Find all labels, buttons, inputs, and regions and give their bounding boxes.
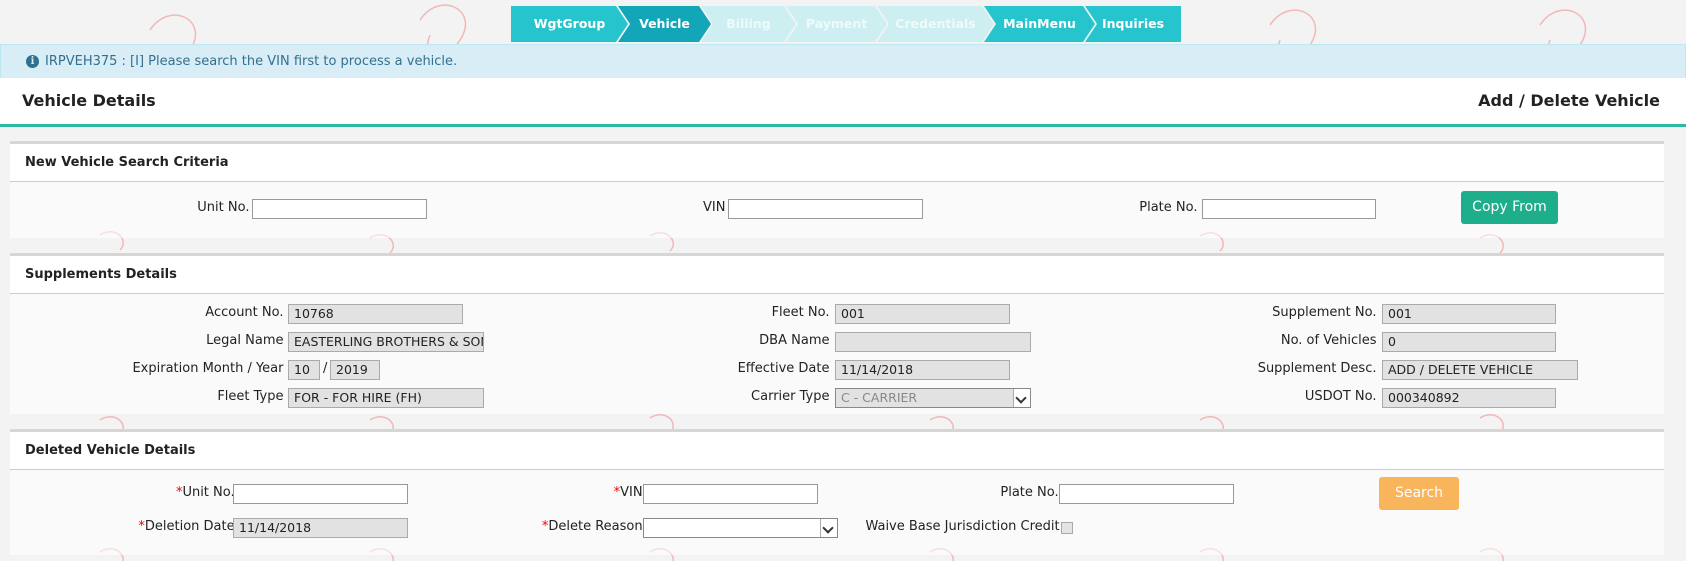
step-payment: Payment	[786, 6, 887, 42]
carrier-type-select: C - CARRIER	[835, 388, 1031, 408]
step-label: WgtGroup	[533, 16, 606, 31]
step-label: Billing	[726, 16, 771, 31]
alert-message: IRPVEH375 : [I] Please search the VIN fi…	[45, 54, 458, 69]
effective-date-field: 11/14/2018	[835, 360, 1010, 380]
waive-credit-label: Waive Base Jurisdiction Credit:	[865, 519, 1064, 534]
plate-no-input[interactable]	[1202, 199, 1376, 219]
deletion-date-field: 11/14/2018	[233, 518, 408, 538]
page-subtitle: Add / Delete Vehicle	[1478, 91, 1660, 110]
info-alert: i IRPVEH375 : [I] Please search the VIN …	[0, 44, 1686, 79]
no-of-vehicles-field: 0	[1382, 332, 1556, 352]
step-mainmenu[interactable]: MainMenu	[984, 6, 1095, 42]
label-text: Unit No.:	[182, 485, 239, 500]
legal-name-label: Legal Name :	[206, 333, 292, 348]
delete-reason-label: *Delete Reason:	[542, 519, 647, 534]
legal-name-field: EASTERLING BROTHERS & SON	[288, 332, 484, 352]
date-separator: /	[323, 361, 328, 376]
del-vin-label: *VIN:	[614, 485, 647, 500]
panel-header: New Vehicle Search Criteria	[10, 144, 1664, 182]
info-icon: i	[26, 55, 39, 68]
supplement-no-label: Supplement No. :	[1272, 305, 1385, 320]
fleet-type-field: FOR - FOR HIRE (FH)	[288, 388, 484, 408]
del-plate-no-label: Plate No.:	[1000, 485, 1063, 500]
search-button[interactable]: Search	[1379, 477, 1459, 510]
deleted-vehicle-panel: Deleted Vehicle Details *Unit No.: *VIN:…	[10, 429, 1664, 555]
wizard-steps: WgtGroup Vehicle Billing Payment Credent…	[511, 6, 1181, 42]
step-billing: Billing	[701, 6, 796, 42]
deletion-date-label: *Deletion Date:	[138, 519, 239, 534]
unit-no-input[interactable]	[252, 199, 427, 219]
panel-body: *Unit No.: *VIN: Plate No.: Search *Dele…	[10, 470, 1664, 555]
vin-input[interactable]	[728, 199, 923, 219]
expiration-year-field: 2019	[330, 360, 380, 380]
usdot-no-label: USDOT No. :	[1304, 389, 1385, 404]
delete-reason-select[interactable]	[643, 518, 838, 538]
page-title: Vehicle Details	[22, 91, 156, 110]
page-header: Vehicle Details Add / Delete Vehicle	[0, 78, 1686, 127]
supplement-desc-field: ADD / DELETE VEHICLE	[1382, 360, 1578, 380]
copy-from-button[interactable]: Copy From	[1461, 191, 1558, 224]
chevron-down-icon	[1013, 389, 1030, 407]
expiration-month-field: 10	[288, 360, 320, 380]
account-no-label: Account No. :	[205, 305, 292, 320]
carrier-type-label: Carrier Type :	[751, 389, 838, 404]
fleet-no-label: Fleet No. :	[771, 305, 838, 320]
dba-name-label: DBA Name :	[759, 333, 838, 348]
panel-header: Deleted Vehicle Details	[10, 432, 1664, 470]
panel-title: New Vehicle Search Criteria	[25, 155, 229, 170]
waive-credit-checkbox[interactable]	[1061, 522, 1073, 534]
step-label: MainMenu	[1003, 16, 1076, 31]
account-no-field: 10768	[288, 304, 463, 324]
expiration-label: Expiration Month / Year :	[132, 361, 292, 376]
panel-body: Unit No. : VIN : Plate No. : Copy From	[10, 182, 1664, 238]
step-label: Credentials	[895, 16, 976, 31]
step-label: Payment	[805, 16, 868, 31]
panel-header: Supplements Details	[10, 256, 1664, 294]
effective-date-label: Effective Date :	[737, 361, 838, 376]
step-label: Vehicle	[639, 16, 690, 31]
panel-body: Account No. : 10768 Fleet No. : 001 Supp…	[10, 294, 1664, 414]
del-plate-no-input[interactable]	[1059, 484, 1234, 504]
search-criteria-panel: New Vehicle Search Criteria Unit No. : V…	[10, 141, 1664, 238]
panel-title: Supplements Details	[25, 267, 177, 282]
usdot-no-field: 000340892	[1382, 388, 1556, 408]
plate-no-label: Plate No. :	[1139, 200, 1206, 215]
step-inquiries[interactable]: Inquiries	[1085, 6, 1181, 42]
fleet-type-label: Fleet Type :	[217, 389, 292, 404]
step-wgtgroup[interactable]: WgtGroup	[511, 6, 628, 42]
supplement-desc-label: Supplement Desc. :	[1257, 361, 1385, 376]
del-unit-no-input[interactable]	[233, 484, 408, 504]
chevron-down-icon	[820, 519, 837, 537]
unit-no-label: Unit No. :	[197, 200, 258, 215]
supplement-no-field: 001	[1382, 304, 1556, 324]
fleet-no-field: 001	[835, 304, 1010, 324]
step-label: Inquiries	[1101, 16, 1165, 31]
label-text: Deletion Date:	[144, 519, 239, 534]
carrier-type-value: C - CARRIER	[841, 390, 918, 405]
step-credentials: Credentials	[877, 6, 994, 42]
del-unit-no-label: *Unit No.:	[176, 485, 239, 500]
step-vehicle[interactable]: Vehicle	[618, 6, 711, 42]
supplements-panel: Supplements Details Account No. : 10768 …	[10, 253, 1664, 414]
dba-name-field	[835, 332, 1031, 352]
del-vin-input[interactable]	[643, 484, 818, 504]
no-of-vehicles-label: No. of Vehicles :	[1280, 333, 1385, 348]
label-text: Delete Reason:	[548, 519, 647, 534]
panel-title: Deleted Vehicle Details	[25, 443, 196, 458]
